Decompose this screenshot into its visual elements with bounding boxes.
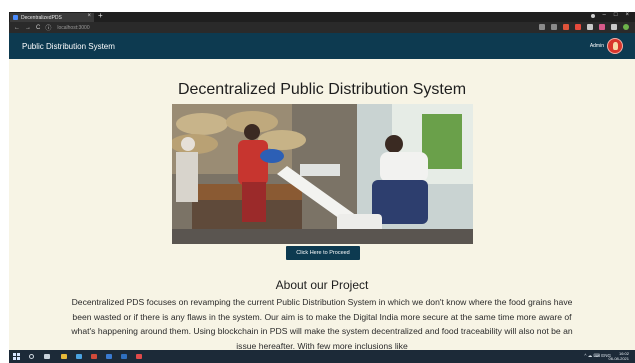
chrome-icon[interactable] [91,354,97,359]
window-controls: – □ × [590,12,629,18]
back-icon[interactable]: ← [14,25,20,31]
avatar[interactable] [623,24,629,30]
about-heading: About our Project [275,278,369,292]
search-icon[interactable] [29,354,34,359]
site-info-icon[interactable]: ⓘ [45,23,51,32]
browser-tab[interactable]: DecentralizedPDS × [10,13,94,22]
main-content: Decentralized Public Distribution System [9,59,635,350]
proceed-button[interactable]: Click Here to Proceed [286,246,360,260]
extension-icon[interactable] [599,24,605,30]
app-navbar: Public Distribution System Admin [9,33,635,59]
word-icon[interactable] [121,354,127,359]
about-paragraph: Decentralized PDS focuses on revamping t… [71,297,573,350]
minimize-button[interactable]: – [603,12,606,18]
search-icon[interactable] [539,24,545,30]
hero-image [172,104,473,244]
url-field[interactable]: localhost:3000 [57,25,89,31]
maximize-button[interactable]: □ [614,12,618,18]
os-taskbar: ^ ☁ ⌨ ENG 16:02 06-08-2021 [9,350,635,363]
system-tray[interactable]: ^ ☁ ⌨ ENG [584,353,611,359]
favicon-icon [13,15,18,20]
address-bar: ← → C ⓘ localhost:3000 [9,22,635,33]
puzzle-icon[interactable] [611,24,617,30]
browser-tab-strip: DecentralizedPDS × + – □ × [9,11,635,22]
extension-icon[interactable] [587,24,593,30]
extension-icons [539,24,629,30]
extension-icon[interactable] [563,24,569,30]
windows-start-icon[interactable] [13,353,20,360]
vscode-icon[interactable] [106,354,112,359]
extension-icon[interactable] [575,24,581,30]
tab-title: DecentralizedPDS [21,14,62,21]
edge-icon[interactable] [76,354,82,359]
profile-icon[interactable] [590,14,595,18]
app-icon[interactable] [136,354,142,359]
forward-icon[interactable]: → [25,25,31,31]
star-icon[interactable] [551,24,557,30]
new-tab-button[interactable]: + [98,11,103,20]
taskbar-clock[interactable]: 16:02 06-08-2021 [609,351,629,361]
admin-avatar[interactable] [607,38,623,54]
clock-date: 06-08-2021 [608,356,629,361]
brand-title[interactable]: Public Distribution System [22,42,115,51]
reload-icon[interactable]: C [36,25,40,31]
task-view-icon[interactable] [44,354,50,359]
page-title: Decentralized Public Distribution System [177,81,467,98]
tab-close-icon[interactable]: × [87,13,91,19]
hero-photo-illustration [172,104,473,244]
close-window-button[interactable]: × [625,12,629,18]
admin-label[interactable]: Admin [590,43,604,49]
file-explorer-icon[interactable] [61,354,67,359]
